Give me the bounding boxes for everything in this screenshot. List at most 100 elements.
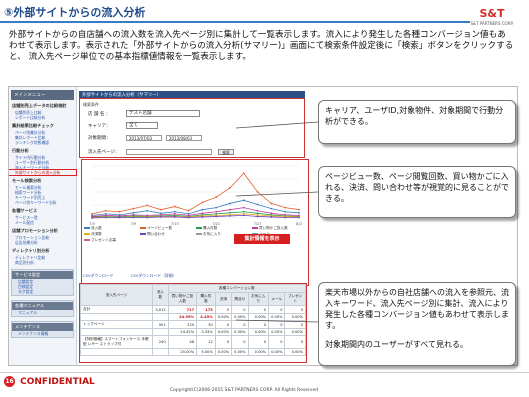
sidebar-box-settings: サービス設定 店舗設定 目標設定 タグ設定: [11, 269, 74, 296]
legend-swatch: [196, 227, 202, 229]
legend-item: ページビュー数: [140, 226, 172, 231]
sidebar-box-header: 各種マニュアル: [12, 302, 73, 310]
chart-point: [160, 208, 162, 211]
chart-point: [187, 209, 190, 212]
table-cell: 0.00%: [284, 348, 306, 356]
sidebar-item[interactable]: タグ設定: [12, 289, 73, 294]
chart-point: [229, 215, 231, 217]
table-cell: 0: [231, 335, 249, 349]
table-cell: 0: [284, 320, 306, 329]
table-cell: 0: [268, 305, 286, 314]
chart-point: [104, 212, 107, 215]
legend-item: お気に入り: [196, 232, 221, 237]
summary-table-box: 流入先ページ 流入数 各種コンバージョン数 買い物かご投入数 購入件数 決済 問…: [79, 283, 307, 363]
chart-point: [229, 202, 231, 205]
sidebar-group-label: 各種サービス: [12, 208, 38, 213]
chart-point: [173, 212, 176, 215]
slide-description: 外部サイトからの自店舗への流入数を流入先ページ別に集計して一覧表示します。流入に…: [9, 30, 514, 63]
legend-swatch: [84, 227, 90, 229]
sidebar-group-label: 店舗プロモーション分析: [12, 228, 58, 233]
chart-point: [270, 212, 273, 215]
legend-item: 問い合わせ: [140, 232, 165, 237]
table-cell: 4.45%: [196, 313, 216, 321]
table-cell: 0.00%: [214, 313, 233, 321]
sidebar-box-header: メンテナンス: [12, 323, 73, 331]
table-header: お気に入り: [247, 292, 270, 306]
chart-point: [242, 172, 245, 175]
sidebar-group-label: 集計結果比較チェック: [12, 123, 54, 128]
table-cell: 0.00%: [231, 328, 249, 336]
chart-point: [284, 206, 287, 209]
page-number: 16: [4, 376, 15, 387]
chart-point: [173, 210, 176, 213]
chart-point: [132, 216, 135, 219]
table-cell: 0: [268, 335, 286, 349]
summary-table: 流入先ページ 流入数 各種コンバージョン数 買い物かご投入数 購入件数 決済 問…: [79, 284, 307, 356]
table-cell: [152, 348, 169, 356]
table-cell: 24.42%: [167, 328, 198, 336]
table-cell: 12: [196, 335, 216, 349]
table-row: 【特別価格】スマートフォンケース 手帳型 レザー ストラップ付 240 48 12 0 0…: [79, 335, 306, 349]
table-cell: 175: [196, 305, 216, 314]
chart-point: [256, 209, 259, 212]
chart-point: [298, 216, 300, 219]
table-row: トップページ 901 220 30 0 0 0 0 0: [79, 320, 306, 329]
trend-chart-svg: 7/3 7/9 7/15 7/21 7/27 8/2: [89, 165, 302, 226]
table-cell: 合計: [79, 305, 154, 314]
chart-point: [132, 207, 135, 210]
aggregate-info-tag: 集計情報を表示: [234, 234, 290, 244]
table-cell: 0: [214, 320, 233, 329]
period-from-input[interactable]: 2013/07/03: [126, 135, 162, 141]
table-cell: 0.00%: [247, 328, 270, 336]
table-cell: 0.00%: [231, 348, 249, 356]
chart-point: [160, 216, 162, 218]
sidebar-item[interactable]: メール配信: [9, 220, 76, 225]
csv-links: CSVダウンロード CSVダウンロード（詳細）: [83, 273, 192, 279]
form-tab[interactable]: 検索条件: [83, 102, 99, 108]
csv-download-link[interactable]: CSVダウンロード: [83, 273, 113, 278]
confidential-mark: 16 CONFIDENTIAL: [4, 376, 95, 387]
chart-point: [173, 216, 176, 218]
title-underline: [0, 21, 470, 23]
table-cell: 0.00%: [284, 328, 306, 336]
chart-point: [215, 215, 218, 218]
table-cell: 【特別価格】スマートフォンケース 手帳型 レザー ストラップ付: [79, 335, 154, 349]
chart-point: [104, 209, 107, 212]
chart-point: [146, 216, 149, 219]
table-header: 流入先ページ: [79, 284, 154, 306]
period-to-input[interactable]: 2013/08/03: [166, 135, 202, 141]
sidebar-item[interactable]: 商品別分析: [9, 260, 76, 265]
table-cell: [152, 328, 169, 336]
company-logo: S&T S&T PARTNERS CORP.: [463, 2, 521, 26]
sidebar-item[interactable]: 広告効果分析: [9, 240, 76, 245]
legend-label: 流入数: [91, 226, 102, 230]
table-cell: 0: [214, 335, 233, 349]
sidebar-item[interactable]: レポート比較分析: [9, 115, 76, 120]
table-header: メール: [268, 292, 286, 306]
sidebar-item[interactable]: ページ別キーワード分析: [9, 200, 76, 205]
sidebar-item[interactable]: ランキング状態確認: [9, 140, 76, 145]
period-label: 対象期間：: [88, 136, 111, 141]
chart-point: [91, 212, 93, 215]
search-button[interactable]: 検索: [218, 149, 234, 155]
logo-text: S&T PARTNERS CORP.: [470, 21, 514, 26]
callout-filter: キャリア、ユーザID,対象物件、対象期間で行動分析ができる。: [318, 100, 516, 144]
chart-point: [132, 211, 135, 214]
table-cell: 0: [284, 335, 306, 349]
chart-point: [91, 217, 93, 219]
sidebar-group-label: ディレクトリ別分析: [12, 248, 50, 253]
sidebar-item[interactable]: メンテナンス情報: [12, 331, 73, 336]
store-select[interactable]: テスト店舗: [126, 110, 200, 117]
chart-point: [215, 196, 218, 199]
sidebar-item[interactable]: 外部サイトからの流入分析: [9, 169, 77, 176]
table-cell: [79, 313, 154, 321]
store-label: 店 舗 名 ：: [88, 112, 111, 117]
legend-label: 問い合わせ: [147, 232, 165, 236]
inflow-input[interactable]: [126, 149, 212, 155]
sidebar-item[interactable]: マニュアル: [12, 310, 73, 315]
table-cell: 0: [268, 320, 286, 329]
career-select[interactable]: 全て: [126, 122, 158, 129]
csv-download-detail-link[interactable]: CSVダウンロード（詳細）: [131, 273, 177, 278]
chart-point: [215, 206, 218, 209]
chart-point: [118, 216, 121, 219]
